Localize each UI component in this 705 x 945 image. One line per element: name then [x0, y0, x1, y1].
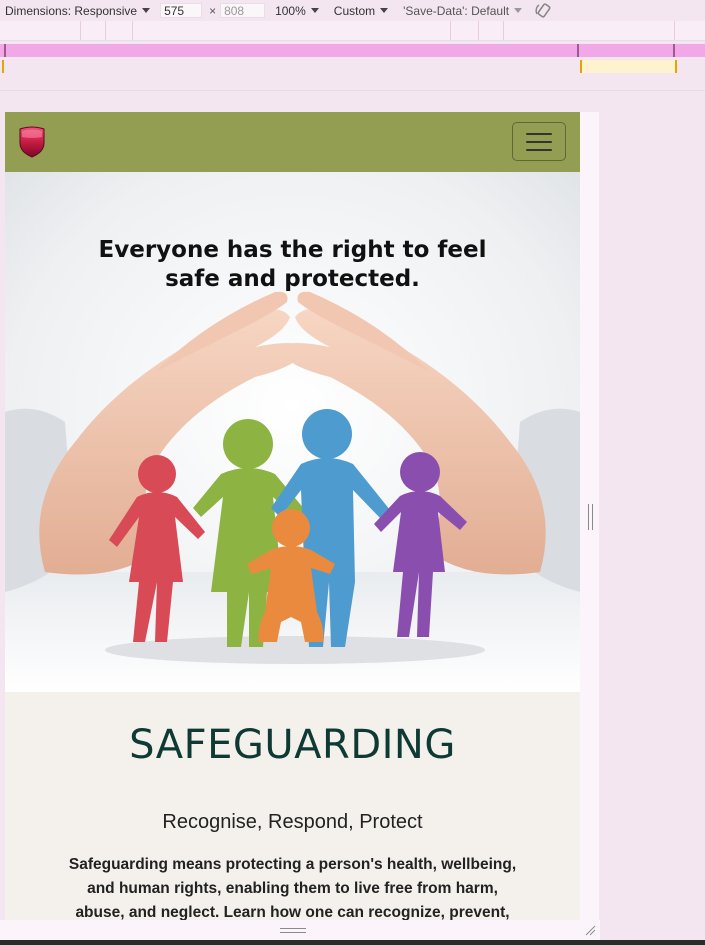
- save-data-label: 'Save-Data': Default: [403, 3, 510, 18]
- zoom-label: 100%: [275, 3, 306, 18]
- section-body: Safeguarding means protecting a person's…: [68, 856, 517, 920]
- width-value: 575: [164, 3, 185, 18]
- height-placeholder: 808: [224, 3, 245, 18]
- navbar-toggler-button[interactable]: [512, 122, 566, 161]
- rotate-button[interactable]: [534, 0, 552, 21]
- hero-section: Everyone has the right to feel safe and …: [5, 172, 580, 692]
- hamburger-line: [526, 140, 552, 143]
- min-width-query-bar[interactable]: [0, 44, 705, 57]
- chevron-down-icon: [142, 8, 151, 13]
- safeguarding-section: SAFEGUARDING Recognise, Respond, Protect…: [5, 692, 580, 920]
- chevron-down-icon: [310, 8, 319, 13]
- rotate-icon: [535, 2, 551, 18]
- hamburger-icon: [526, 132, 552, 135]
- section-subtitle: Recognise, Respond, Protect: [162, 811, 423, 833]
- navbar: [5, 112, 580, 172]
- throttle-label: Custom: [333, 3, 376, 18]
- width-input[interactable]: 575: [160, 3, 203, 18]
- hero-headline: Everyone has the right to feel safe and …: [5, 236, 580, 294]
- hero-headline-line2: safe and protected.: [165, 266, 420, 292]
- save-data-dropdown[interactable]: 'Save-Data': Default: [403, 0, 523, 21]
- corner-resize-icon[interactable]: [584, 924, 596, 936]
- hero-headline-line1: Everyone has the right to feel: [98, 237, 487, 263]
- max-width-query-bar[interactable]: [0, 60, 705, 73]
- hamburger-line: [526, 148, 552, 151]
- right-resize-handle[interactable]: [588, 504, 593, 530]
- chevron-down-icon: [380, 8, 389, 13]
- chevron-down-icon: [514, 8, 523, 13]
- height-input[interactable]: 808: [220, 3, 266, 18]
- ruler: [0, 90, 705, 91]
- bottom-resize-handle[interactable]: [280, 928, 306, 933]
- zoom-dropdown[interactable]: 100%: [275, 0, 319, 21]
- window-bottom-edge: [0, 940, 705, 945]
- section-title: SAFEGUARDING: [129, 722, 456, 768]
- dimensions-label: Dimensions: Responsive: [5, 3, 138, 18]
- media-query-bar[interactable]: [0, 21, 705, 41]
- shield-icon[interactable]: [17, 126, 47, 158]
- times-label: ×: [209, 3, 217, 18]
- page-viewport: Everyone has the right to feel safe and …: [5, 112, 580, 920]
- dimensions-dropdown[interactable]: Dimensions: Responsive: [5, 0, 151, 21]
- throttle-dropdown[interactable]: Custom: [333, 0, 389, 21]
- device-toolbar: Dimensions: Responsive 575 × 808 100% Cu…: [0, 0, 705, 21]
